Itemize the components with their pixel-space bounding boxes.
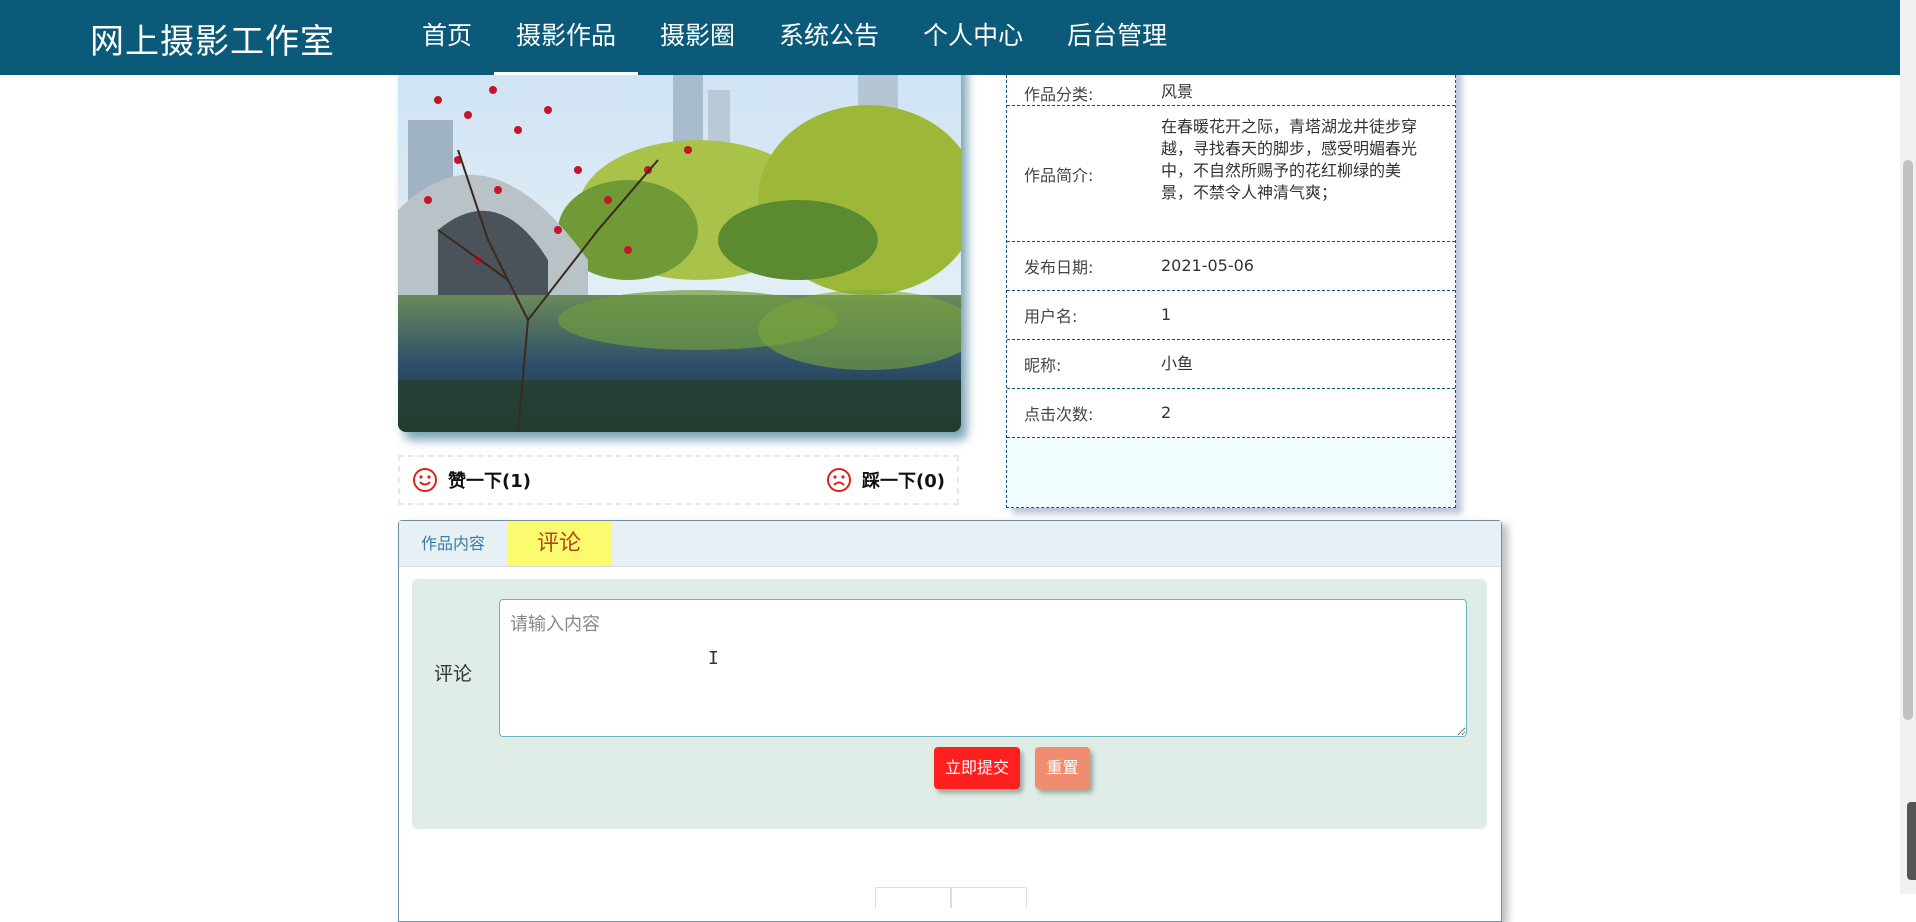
nav-item-admin[interactable]: 后台管理 (1045, 0, 1189, 75)
info-row-username: 用户名: 1 (1007, 291, 1455, 340)
landscape-photo-image (398, 60, 961, 432)
info-row-nickname: 昵称: 小鱼 (1007, 340, 1455, 389)
info-value: 2 (1161, 403, 1172, 422)
reaction-bar: 赞一下(1) 踩一下(0) (398, 455, 959, 505)
info-row-date: 发布日期: 2021-05-06 (1007, 242, 1455, 291)
vertical-scrollbar[interactable] (1900, 0, 1916, 894)
pagination-next[interactable] (951, 887, 1027, 908)
tab-bar: 作品内容 评论 (399, 521, 1501, 567)
smile-icon (413, 468, 437, 492)
nav-item-circle[interactable]: 摄影圈 (638, 0, 757, 75)
main-nav: 首页 摄影作品 摄影圈 系统公告 个人中心 后台管理 (400, 0, 1189, 75)
info-label: 点击次数: (1024, 405, 1094, 424)
info-value: 2021-05-06 (1161, 256, 1254, 275)
info-row-clicks: 点击次数: 2 (1007, 389, 1455, 438)
info-value: 1 (1161, 305, 1172, 324)
pagination-prev[interactable] (875, 887, 951, 908)
pagination (875, 887, 1027, 908)
work-photo (398, 60, 961, 432)
info-label: 作品分类: (1024, 85, 1094, 104)
tab-comments[interactable]: 评论 (507, 521, 612, 566)
like-count-label: 赞一下(1) (448, 471, 531, 492)
like-button[interactable]: 赞一下(1) (412, 467, 531, 493)
info-label: 作品简介: (1024, 165, 1094, 185)
info-value: 小鱼 (1161, 354, 1194, 373)
comment-form: 评论 立即提交 重置 (412, 579, 1487, 829)
site-brand[interactable]: 网上摄影工作室 (90, 14, 335, 63)
dislike-button[interactable]: 踩一下(0) (826, 467, 945, 493)
comment-label: 评论 (434, 663, 473, 685)
frown-icon (827, 468, 852, 492)
reset-button[interactable]: 重置 (1035, 747, 1090, 789)
side-widget-tab[interactable] (1907, 802, 1916, 880)
info-value: 在春暖花开之际，青塔湖龙井徒步穿越，寻找春天的脚步，感受明媚春光中，不自然所赐予… (1161, 117, 1418, 202)
text-cursor-icon: I (708, 648, 719, 669)
submit-button[interactable]: 立即提交 (934, 747, 1020, 789)
top-navbar: 网上摄影工作室 首页 摄影作品 摄影圈 系统公告 个人中心 后台管理 (0, 0, 1900, 75)
work-info-panel: 作品分类: 风景 作品简介: 在春暖花开之际，青塔湖龙井徒步穿越，寻找春天的脚步… (1006, 60, 1456, 508)
tab-work-content[interactable]: 作品内容 (399, 521, 507, 566)
info-value: 风景 (1161, 82, 1194, 101)
nav-item-profile[interactable]: 个人中心 (901, 0, 1045, 75)
nav-item-works[interactable]: 摄影作品 (494, 0, 639, 75)
dislike-count-label: 踩一下(0) (862, 471, 945, 492)
content-tab-panel: 作品内容 评论 评论 立即提交 重置 (398, 520, 1502, 922)
scrollbar-thumb[interactable] (1903, 160, 1913, 720)
info-label: 发布日期: (1024, 258, 1094, 277)
info-row-description: 作品简介: 在春暖花开之际，青塔湖龙井徒步穿越，寻找春天的脚步，感受明媚春光中，… (1007, 106, 1455, 242)
comment-input[interactable] (499, 599, 1467, 737)
nav-item-announcements[interactable]: 系统公告 (757, 0, 901, 75)
info-label: 昵称: (1024, 356, 1062, 375)
nav-item-home[interactable]: 首页 (400, 0, 494, 75)
info-label: 用户名: (1024, 307, 1078, 326)
